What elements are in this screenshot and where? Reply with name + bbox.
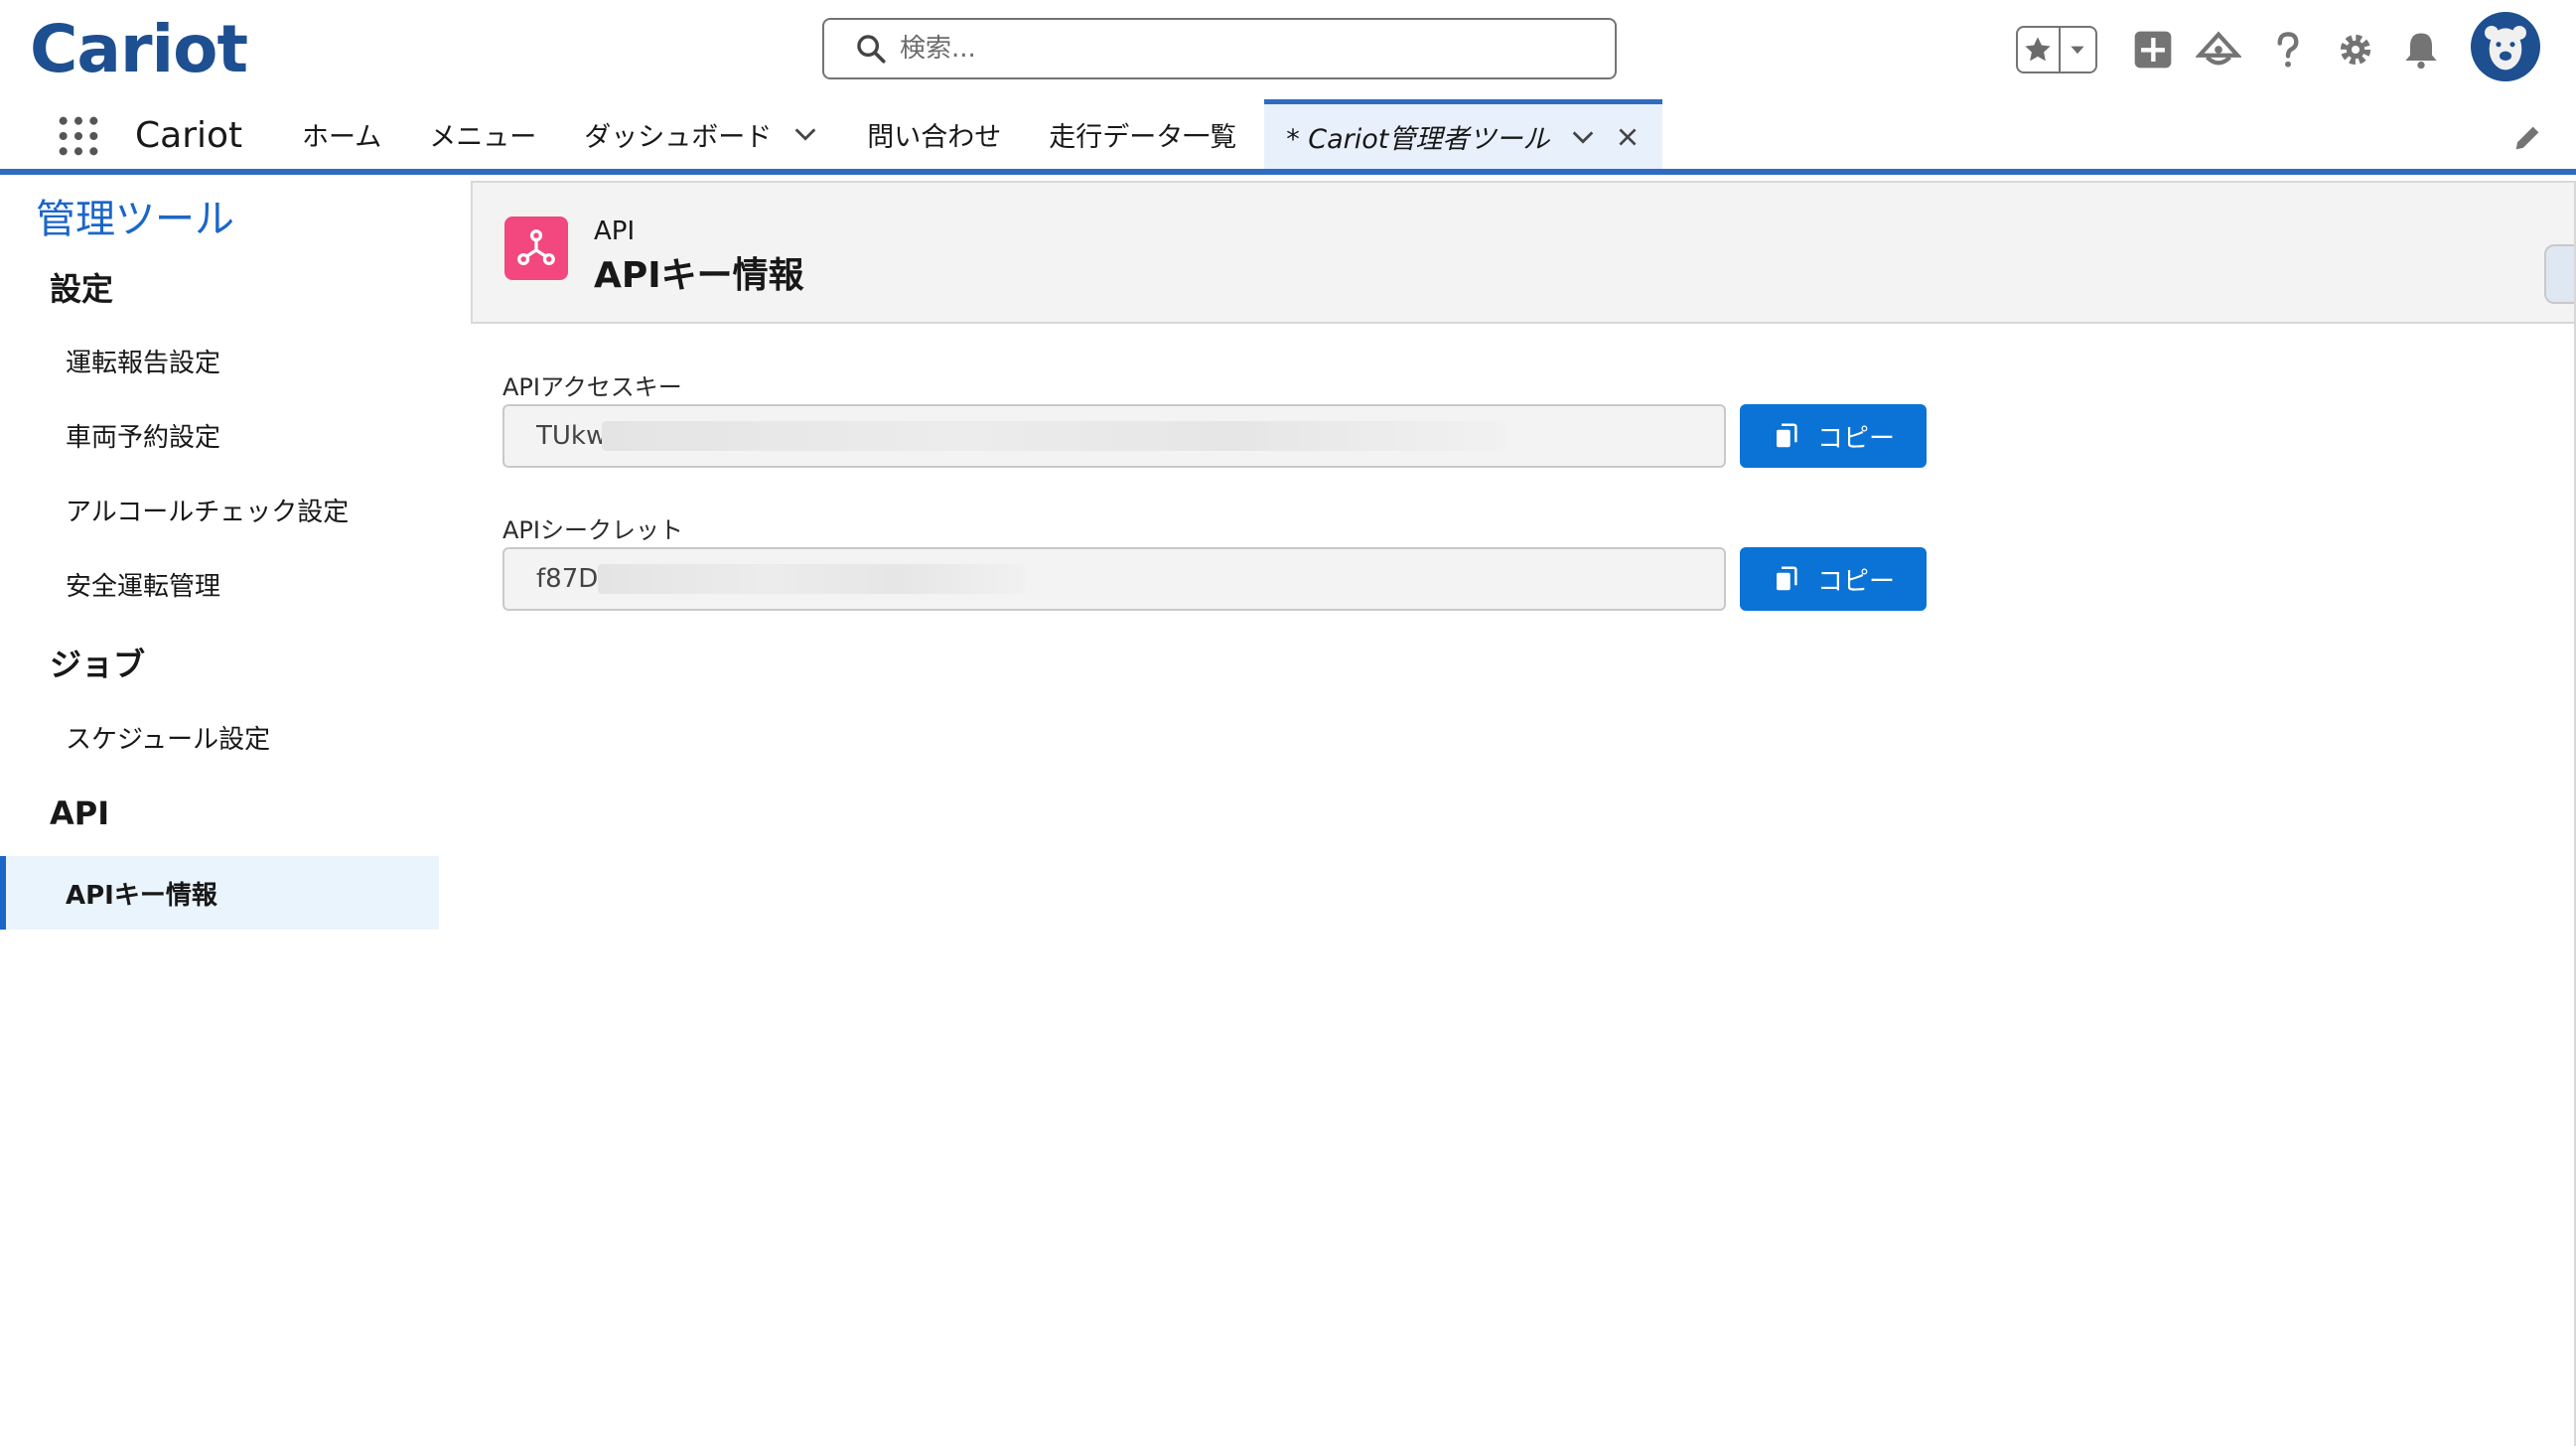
- api-icon: [517, 229, 555, 266]
- edit-nav-icon[interactable]: [2510, 121, 2544, 155]
- help-button[interactable]: [2264, 26, 2312, 73]
- sidebar-section-settings: 設定: [50, 270, 114, 308]
- nav-item-label: メニュー: [429, 121, 537, 153]
- search-input[interactable]: [900, 34, 1575, 64]
- app-launcher-icon[interactable]: [56, 113, 101, 159]
- chevron-down-icon[interactable]: [1569, 123, 1597, 151]
- global-create-button[interactable]: [2129, 26, 2177, 73]
- nav-item-inquiries[interactable]: 問い合わせ: [843, 99, 1025, 169]
- sidebar-title: 管理ツール: [36, 197, 234, 242]
- help-icon: [2277, 32, 2299, 68]
- nav-item-menu[interactable]: メニュー: [405, 99, 560, 169]
- search-icon: [857, 35, 886, 64]
- page-eyebrow: API: [594, 217, 636, 246]
- favorites-group: [2016, 26, 2097, 73]
- copy-icon: [1776, 566, 1797, 591]
- chevron-down-icon: [2071, 46, 2085, 55]
- sidebar-item-label: 運転報告設定: [66, 348, 221, 378]
- app-nav-bar: Cariot ホーム メニュー ダッシュボード 問い合わせ 走行データ一覧 * …: [0, 99, 2576, 175]
- copy-secret-button[interactable]: コピー: [1740, 547, 1927, 611]
- api-secret-label: APIシークレット: [502, 516, 683, 544]
- page-title: APIキー情報: [594, 255, 804, 296]
- nav-items: ホーム メニュー ダッシュボード 問い合わせ 走行データ一覧 * Cariot管…: [278, 99, 1663, 169]
- sidebar-item-label: APIキー情報: [66, 880, 217, 911]
- cariot-logo[interactable]: Cariot: [30, 11, 248, 87]
- sidebar-item-alcohol-check-settings[interactable]: アルコールチェック設定: [0, 473, 439, 546]
- api-access-key-label: APIアクセスキー: [502, 373, 682, 401]
- chevron-down-icon[interactable]: [791, 120, 819, 148]
- nav-item-home[interactable]: ホーム: [278, 99, 405, 169]
- trailhead-button[interactable]: [2195, 26, 2242, 73]
- app-name: Cariot: [135, 115, 243, 156]
- tab-cariot-admin-tool[interactable]: * Cariot管理者ツール: [1264, 99, 1663, 169]
- sidebar-item-label: スケジュール設定: [66, 724, 271, 755]
- sidebar-item-label: アルコールチェック設定: [66, 497, 350, 527]
- favorites-button[interactable]: [2018, 28, 2061, 72]
- sidebar-item-label: 車両予約設定: [66, 422, 221, 453]
- nav-item-dashboard[interactable]: ダッシュボード: [560, 99, 843, 169]
- copy-icon: [1776, 423, 1797, 448]
- nav-item-label: ホーム: [302, 121, 382, 153]
- nav-item-label: 走行データ一覧: [1049, 121, 1237, 153]
- gear-icon: [2340, 34, 2371, 66]
- plus-icon: [2134, 31, 2172, 69]
- user-avatar[interactable]: [2471, 12, 2540, 81]
- logo-text: Cariot: [30, 11, 248, 87]
- bell-icon: [2405, 33, 2437, 70]
- admin-sidebar: 管理ツール 設定 運転報告設定 車両予約設定 アルコールチェック設定 安全運転管…: [0, 181, 445, 1446]
- sidebar-item-api-key-info[interactable]: APIキー情報: [0, 856, 439, 930]
- nav-item-label: ダッシュボード: [584, 121, 773, 153]
- global-header: Cariot: [0, 0, 2576, 99]
- sidebar-section-api: API: [50, 795, 110, 832]
- nav-item-label: 問い合わせ: [867, 121, 1002, 153]
- utility-panel-toggle[interactable]: [2544, 244, 2576, 304]
- trailhead-icon: [2196, 31, 2241, 66]
- page-header: API APIキー情報: [471, 181, 2576, 324]
- sidebar-section-jobs: ジョブ: [50, 646, 146, 683]
- masked-value-overlay: [598, 564, 1025, 594]
- sidebar-item-driving-report-settings[interactable]: 運転報告設定: [0, 324, 439, 397]
- copy-button-label: コピー: [1816, 566, 1895, 597]
- setup-button[interactable]: [2332, 26, 2379, 73]
- sidebar-item-vehicle-reservation-settings[interactable]: 車両予約設定: [0, 398, 439, 472]
- masked-value-overlay: [602, 421, 1505, 451]
- copy-button-label: コピー: [1816, 423, 1895, 454]
- sidebar-item-schedule-settings[interactable]: スケジュール設定: [0, 700, 439, 774]
- copy-access-key-button[interactable]: コピー: [1740, 404, 1927, 468]
- sidebar-item-safe-driving-management[interactable]: 安全運転管理: [0, 547, 439, 621]
- star-icon: [2025, 37, 2052, 62]
- favorites-dropdown-button[interactable]: [2061, 28, 2095, 72]
- close-icon[interactable]: [1615, 124, 1641, 150]
- notifications-button[interactable]: [2397, 26, 2445, 73]
- sidebar-item-label: 安全運転管理: [66, 571, 221, 602]
- global-search[interactable]: [822, 18, 1617, 79]
- avatar-bear-icon: [2485, 26, 2526, 71]
- nav-item-driving-data[interactable]: 走行データ一覧: [1025, 99, 1260, 169]
- tab-label: * Cariot管理者ツール: [1286, 124, 1550, 155]
- page-icon: [504, 217, 568, 280]
